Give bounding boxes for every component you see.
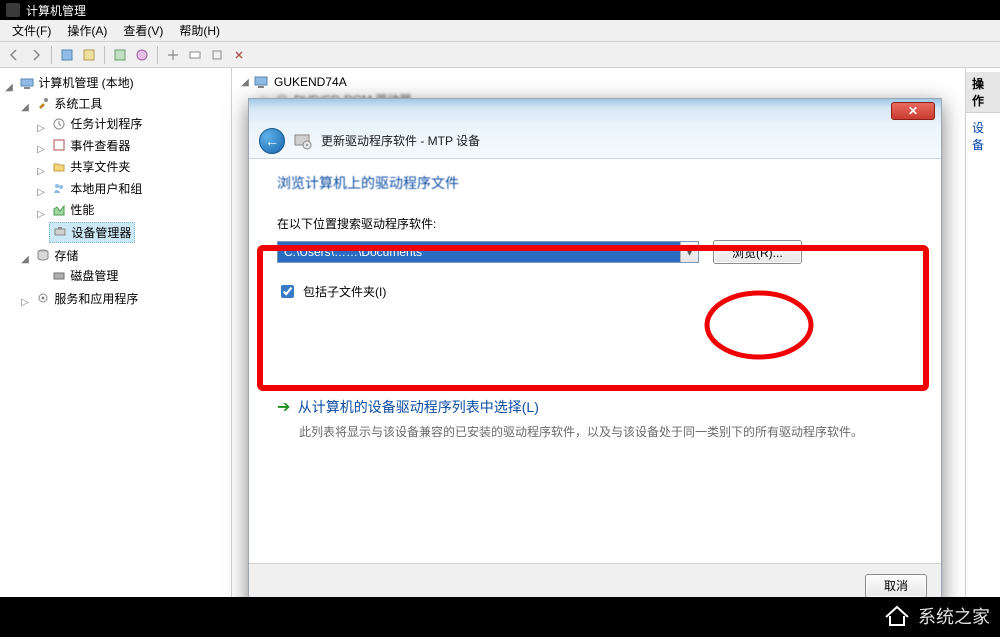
storage-icon — [36, 248, 50, 262]
expand-icon[interactable]: ▷ — [36, 209, 46, 220]
tree-task-scheduler[interactable]: 任务计划程序 — [49, 114, 145, 133]
dialog-header: ← 更新驱动程序软件 - MTP 设备 — [249, 123, 941, 159]
expand-icon[interactable]: ◢ — [20, 102, 30, 113]
left-tree-pane: ◢ 计算机管理 (本地) ◢ — [0, 68, 232, 637]
services-icon — [36, 291, 50, 305]
browse-button[interactable]: 浏览(R)... — [713, 240, 802, 264]
menu-help[interactable]: 帮助(H) — [171, 20, 228, 41]
path-value[interactable]: C:\Users\……\Documents — [278, 242, 680, 262]
menu-view[interactable]: 查看(V) — [115, 20, 171, 41]
arrow-right-icon: ➔ — [277, 399, 290, 416]
clock-icon — [52, 117, 66, 131]
tree-shared-folders[interactable]: 共享文件夹 — [49, 157, 133, 176]
tree-system-tools-label: 系统工具 — [54, 95, 102, 112]
tree-storage[interactable]: 存储 — [33, 246, 81, 265]
folder-share-icon — [52, 160, 66, 174]
menu-action[interactable]: 操作(A) — [59, 20, 115, 41]
tree-event-viewer[interactable]: 事件查看器 — [49, 136, 133, 155]
disk-icon — [52, 269, 66, 283]
tool-icon-7[interactable] — [207, 45, 227, 65]
menu-file[interactable]: 文件(F) — [4, 20, 59, 41]
tree-root[interactable]: 计算机管理 (本地) — [17, 73, 136, 92]
tree-perf-label: 性能 — [70, 201, 94, 218]
tree-disk-label: 磁盘管理 — [70, 267, 118, 284]
right-pane: 操作 设备 — [966, 68, 1000, 637]
path-combobox[interactable]: C:\Users\……\Documents ▾ — [277, 241, 699, 263]
section-title: 浏览计算机上的驱动程序文件 — [277, 173, 913, 193]
bottom-bar — [0, 597, 1000, 637]
tool-icon-6[interactable] — [185, 45, 205, 65]
users-icon — [52, 181, 66, 195]
computer-mgmt-icon — [20, 76, 34, 90]
tree-device-manager[interactable]: 设备管理器 — [49, 222, 135, 243]
tree-services-apps[interactable]: 服务和应用程序 — [33, 289, 141, 308]
tree-disk-mgmt[interactable]: 磁盘管理 — [49, 266, 121, 285]
computer-name[interactable]: GUKEND74A — [274, 75, 347, 89]
expand-icon[interactable]: ▷ — [36, 166, 46, 177]
back-arrow-icon: ← — [265, 133, 279, 149]
pick-from-list-label: 从计算机的设备驱动程序列表中选择(L) — [298, 399, 539, 415]
tool-icon-2[interactable] — [79, 45, 99, 65]
expand-icon[interactable]: ▷ — [20, 297, 30, 308]
computer-icon — [254, 75, 270, 89]
location-label: 在以下位置搜索驱动程序软件: — [277, 215, 913, 232]
tree-shared-label: 共享文件夹 — [70, 158, 130, 175]
tree-event-label: 事件查看器 — [70, 137, 130, 154]
driver-cd-icon — [293, 131, 313, 151]
pick-from-list-desc: 此列表将显示与该设备兼容的已安装的驱动程序软件，以及与该设备处于同一类别下的所有… — [299, 423, 913, 442]
tree-task-label: 任务计划程序 — [70, 115, 142, 132]
chevron-down-icon: ▾ — [686, 245, 692, 259]
include-subfolders-checkbox[interactable] — [281, 285, 294, 298]
menu-bar: 文件(F) 操作(A) 查看(V) 帮助(H) — [0, 20, 1000, 42]
right-pane-link[interactable]: 设备 — [966, 113, 1000, 159]
combo-dropdown-button[interactable]: ▾ — [680, 242, 698, 262]
tool-icon-8[interactable] — [229, 45, 249, 65]
dialog-back-button[interactable]: ← — [259, 128, 285, 154]
tree-local-users[interactable]: 本地用户和组 — [49, 179, 145, 198]
event-icon — [52, 138, 66, 152]
tree-root-label: 计算机管理 (本地) — [38, 74, 133, 91]
dialog-close-button[interactable]: ✕ — [891, 102, 935, 120]
tool-icon-4[interactable] — [132, 45, 152, 65]
app-icon — [6, 3, 20, 17]
nav-fwd-icon[interactable] — [26, 45, 46, 65]
expand-icon[interactable]: ▷ — [36, 123, 46, 134]
tree-devmgr-label: 设备管理器 — [71, 224, 131, 241]
toolbar — [0, 42, 1000, 68]
tree-users-label: 本地用户和组 — [70, 180, 142, 197]
device-mgr-icon — [53, 225, 67, 239]
tree-services-label: 服务和应用程序 — [54, 290, 138, 307]
nav-back-icon[interactable] — [4, 45, 24, 65]
close-icon: ✕ — [908, 104, 918, 118]
expand-icon[interactable]: ▷ — [36, 144, 46, 155]
cancel-button[interactable]: 取消 — [865, 574, 927, 598]
expand-icon[interactable]: ◢ — [240, 77, 250, 88]
tools-icon — [36, 96, 50, 110]
right-pane-header: 操作 — [966, 72, 1000, 113]
window-title: 计算机管理 — [26, 2, 86, 19]
tree-system-tools[interactable]: 系统工具 — [33, 94, 105, 113]
tree-storage-label: 存储 — [54, 247, 78, 264]
include-subfolders-label: 包括子文件夹(I) — [303, 283, 386, 300]
dialog-title: 更新驱动程序软件 - MTP 设备 — [321, 132, 480, 149]
pick-from-list-option[interactable]: ➔ 从计算机的设备驱动程序列表中选择(L) 此列表将显示与该设备兼容的已安装的驱… — [277, 397, 913, 442]
window-titlebar: 计算机管理 — [0, 0, 1000, 20]
tool-icon-1[interactable] — [57, 45, 77, 65]
dialog-body: 浏览计算机上的驱动程序文件 在以下位置搜索驱动程序软件: C:\Users\……… — [249, 159, 941, 563]
dialog-titlebar[interactable]: ✕ — [249, 99, 941, 123]
tree-performance[interactable]: 性能 — [49, 200, 97, 219]
update-driver-dialog: ✕ ← 更新驱动程序软件 - MTP 设备 浏览计算机上的驱动程序文件 在以下位… — [248, 98, 942, 608]
expand-icon[interactable]: ◢ — [20, 254, 30, 265]
tool-icon-3[interactable] — [110, 45, 130, 65]
perf-icon — [52, 203, 66, 217]
expand-icon[interactable]: ◢ — [4, 82, 14, 93]
tool-icon-5[interactable] — [163, 45, 183, 65]
expand-icon[interactable]: ▷ — [36, 187, 46, 198]
